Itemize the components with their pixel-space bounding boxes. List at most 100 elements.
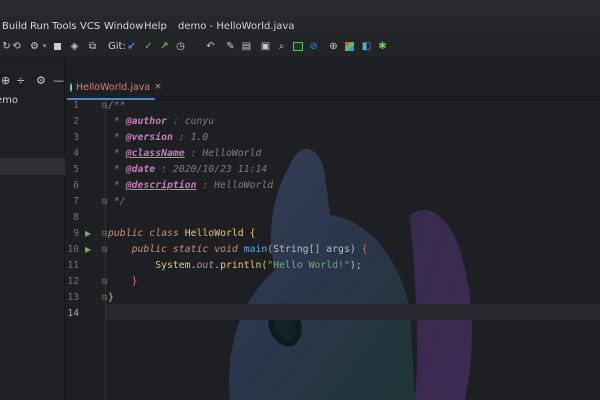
menu-window[interactable]: Window <box>104 21 143 32</box>
line-number: 5 <box>73 164 79 175</box>
code-with-me-icon[interactable]: ◧ <box>360 40 373 53</box>
class-ref: System. <box>155 260 197 271</box>
code-line-7: */ <box>108 196 126 207</box>
code-line-11: System.out.println("Hello World!"); <box>108 260 362 271</box>
layout-icon[interactable]: ▣ <box>259 40 272 53</box>
code-line-10: public static void main(String[] args) { <box>108 244 368 255</box>
code-line-13: } <box>108 292 114 303</box>
line-number: 11 <box>67 260 79 271</box>
fold-icon[interactable]: ⊟ <box>101 197 108 206</box>
current-line-highlight <box>105 304 600 320</box>
code-line-9: public class HelloWorld { <box>108 228 256 239</box>
line-number: 8 <box>73 212 79 223</box>
terminal-icon[interactable] <box>291 40 304 53</box>
string-literal: "Hello World!" <box>267 260 350 271</box>
git-history-icon[interactable]: ◷ <box>174 40 187 53</box>
brace: } <box>108 292 114 303</box>
code-line-4: * @className : HelloWorld <box>108 148 262 159</box>
line-number: 2 <box>73 116 79 127</box>
project-tree-root[interactable]: emo <box>0 95 18 106</box>
brace: { <box>361 244 368 255</box>
menu-help[interactable]: Help <box>144 21 167 32</box>
fold-icon[interactable]: ⊟ <box>101 277 108 286</box>
code-line-3: * @version : 1.0 <box>108 132 209 143</box>
git-branch-icon[interactable]: ⧉ <box>86 40 99 53</box>
menu-tools[interactable]: Tools <box>52 21 77 32</box>
line-number: 10 <box>67 244 79 255</box>
keyword: public <box>108 228 144 239</box>
tab-label: HelloWorld.java <box>76 81 151 93</box>
code-line-12: } <box>108 276 138 287</box>
no-power-save-icon[interactable]: ⊘ <box>307 40 320 53</box>
code-line-1: /** <box>108 100 126 111</box>
project-panel-toolbar: ⊕ ÷ ⚙ — emo <box>0 58 65 106</box>
line-number: 6 <box>73 180 79 191</box>
line-number: 4 <box>73 148 79 159</box>
field-ref: out <box>196 260 215 271</box>
statement-end: ); <box>349 260 362 271</box>
git-rollback-icon[interactable]: ↶ <box>204 40 217 53</box>
line-number: 7 <box>73 196 79 207</box>
run-config-dropdown-icon[interactable]: ▾ <box>38 40 51 53</box>
project-tree-selected-row[interactable] <box>0 158 65 175</box>
line-number: 3 <box>73 132 79 143</box>
git-update-icon[interactable]: ↙ <box>125 40 138 53</box>
code-editor[interactable]: 1 2 3 4 5 6 7 8 9 10 11 12 13 14 ⊟ ⊟ ▶ ⊟… <box>65 100 600 400</box>
brace: } <box>131 276 138 287</box>
javadoc-value: : 2020/10/23 11:14 <box>155 164 268 175</box>
window-title: demo - HelloWorld.java <box>178 21 295 32</box>
keyword: public <box>131 244 167 255</box>
code-line-6: * @description : HelloWorld <box>108 180 274 191</box>
javadoc-tag: @description <box>125 180 197 191</box>
debug-attach-icon[interactable]: ◈ <box>68 40 81 53</box>
fold-icon[interactable]: ⊟ <box>101 229 108 238</box>
search-icon[interactable]: ⌕ <box>275 40 288 53</box>
fold-icon[interactable]: ⊟ <box>101 245 108 254</box>
locate-icon[interactable]: ⊕ <box>1 74 10 87</box>
line-number: 12 <box>67 276 79 287</box>
puzzle-icon[interactable]: ✱ <box>376 40 389 53</box>
javadoc-value: : cunyu <box>167 116 215 127</box>
color-picker-icon[interactable] <box>343 40 356 53</box>
git-commit-icon[interactable]: ✓ <box>142 40 155 53</box>
fold-icon[interactable]: ⊟ <box>101 101 108 110</box>
menu-build[interactable]: Build <box>2 21 27 32</box>
keyword: static <box>172 244 209 255</box>
fold-icon[interactable]: ⊟ <box>101 293 108 302</box>
line-number: 1 <box>73 100 79 111</box>
project-panel: ⊕ ÷ ⚙ — emo <box>0 58 65 400</box>
git-push-icon[interactable]: ↗ <box>158 40 171 53</box>
javadoc-tag: @date <box>125 164 156 175</box>
javadoc-value: : HelloWorld <box>184 148 262 159</box>
javadoc-tag: @version <box>125 132 173 143</box>
editor-tab-bar: HelloWorld.java × <box>65 58 600 100</box>
run-class-icon[interactable]: ▶ <box>85 229 91 238</box>
rerun-icon[interactable]: ⟲ <box>10 40 23 53</box>
code-line-2: * @author : cunyu <box>108 116 215 127</box>
close-icon[interactable]: × <box>154 82 162 92</box>
settings-wrench-icon[interactable]: ✎ <box>224 40 237 53</box>
keyword: void <box>214 244 238 255</box>
plugin-icon[interactable]: ⊕ <box>327 40 340 53</box>
project-structure-icon[interactable]: ▤ <box>240 40 253 53</box>
javadoc-value: : 1.0 <box>172 132 209 143</box>
menu-run[interactable]: Run <box>30 21 49 32</box>
javadoc-tag: @className <box>125 148 185 159</box>
keyword: class <box>149 228 179 239</box>
class-name: HelloWorld <box>184 228 244 239</box>
method-name: main <box>243 244 268 255</box>
javadoc-value: : HelloWorld <box>196 180 274 191</box>
gear-icon[interactable]: ⚙ <box>36 74 46 87</box>
line-number: 14 <box>67 308 79 319</box>
hide-panel-icon[interactable]: — <box>53 74 64 87</box>
tab-helloworld-java[interactable]: HelloWorld.java × <box>67 76 162 100</box>
git-label: Git: <box>108 41 126 52</box>
collapse-all-icon[interactable]: ÷ <box>16 74 25 87</box>
method-call: .println( <box>214 260 268 271</box>
java-class-icon <box>70 82 72 92</box>
menu-vcs[interactable]: VCS <box>80 21 100 32</box>
menu-bar: Build Run Tools VCS Window Help demo - H… <box>0 0 600 36</box>
stop-icon[interactable] <box>51 40 64 53</box>
run-main-icon[interactable]: ▶ <box>85 245 91 254</box>
code-line-5: * @date : 2020/10/23 11:14 <box>108 164 268 175</box>
